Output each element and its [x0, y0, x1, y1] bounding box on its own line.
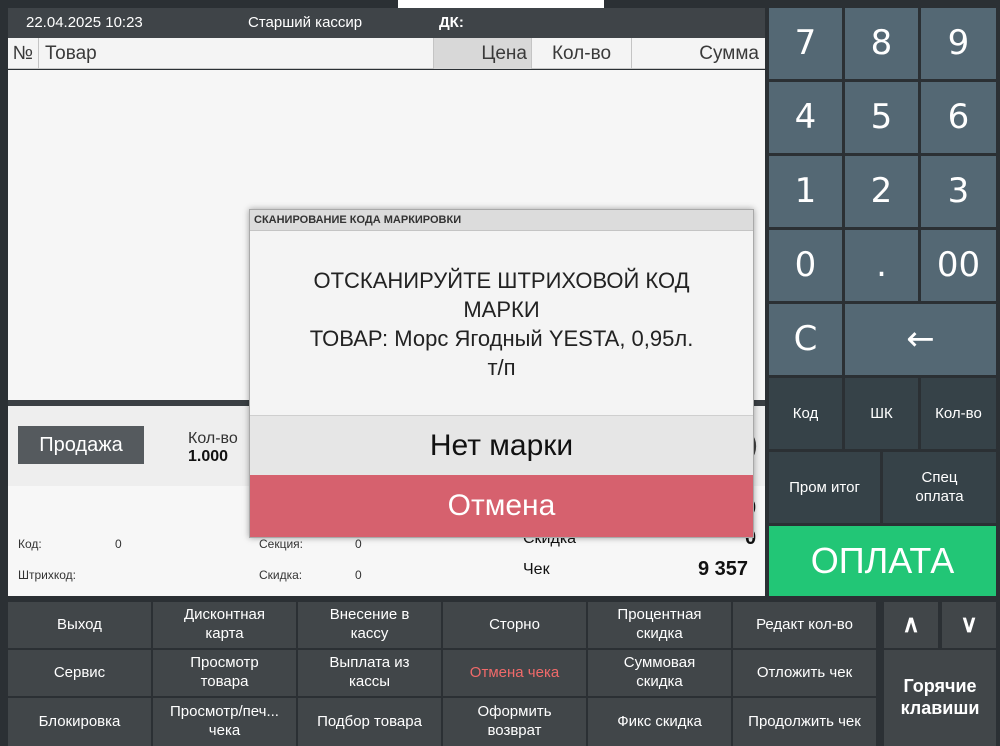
- numpad-9[interactable]: 9: [921, 8, 996, 79]
- qty-label: Кол-во: [188, 430, 238, 447]
- dialog-message-line3: ТОВАР: Морс Ягодный YESTA, 0,95л.: [309, 326, 694, 351]
- dialog-message-line4: т/п: [487, 355, 516, 380]
- col-qty: Кол-во: [532, 38, 632, 69]
- storno-button[interactable]: Сторно: [443, 602, 586, 648]
- datetime: 22.04.2025 10:23: [26, 14, 143, 31]
- scroll-down-button[interactable]: ∨: [942, 602, 996, 648]
- numpad-2[interactable]: 2: [845, 156, 918, 227]
- lock-button[interactable]: Блокировка: [8, 698, 151, 746]
- dialog-title: СКАНИРОВАНИЕ КОДА МАРКИРОВКИ: [250, 210, 753, 231]
- cashier-role: Старший кассир: [248, 14, 363, 31]
- col-number: №: [8, 38, 39, 69]
- section-value: 0: [355, 537, 362, 551]
- percent-discount-button[interactable]: Процентная скидка: [588, 602, 731, 648]
- sum-discount-button[interactable]: Суммовая скидка: [588, 650, 731, 696]
- numpad-3[interactable]: 3: [921, 156, 996, 227]
- numpad-00[interactable]: 00: [921, 230, 996, 301]
- dialog-message: ОТСКАНИРУЙТЕ ШТРИХОВОЙ КОД МАРКИ ТОВАР: …: [250, 266, 753, 382]
- discount-label: Скидка:: [259, 568, 303, 582]
- numpad-dot[interactable]: .: [845, 230, 918, 301]
- subtotal-button[interactable]: Пром итог: [769, 452, 880, 523]
- discount-card-label: ДК:: [439, 14, 464, 31]
- resume-check-button[interactable]: Продолжить чек: [733, 698, 876, 746]
- code-label: Код:: [18, 537, 42, 551]
- service-button[interactable]: Сервис: [8, 650, 151, 696]
- special-payment-button[interactable]: Спец оплата: [883, 452, 996, 523]
- col-item: Товар: [39, 38, 434, 69]
- check-total: 9 357: [698, 558, 749, 580]
- sale-mode-button[interactable]: Продажа: [18, 426, 144, 464]
- qty-value: 1.000: [188, 448, 229, 465]
- pick-item-button[interactable]: Подбор товара: [298, 698, 441, 746]
- numpad-5[interactable]: 5: [845, 82, 918, 153]
- numpad-4[interactable]: 4: [769, 82, 842, 153]
- col-price: Цена: [434, 38, 532, 69]
- pay-button[interactable]: ОПЛАТА: [769, 526, 996, 596]
- discount-value: 0: [355, 568, 362, 582]
- postpone-check-button[interactable]: Отложить чек: [733, 650, 876, 696]
- view-item-button[interactable]: Просмотр товара: [153, 650, 296, 696]
- dialog-message-line1: ОТСКАНИРУЙТЕ ШТРИХОВОЙ КОД: [313, 268, 690, 293]
- cancel-check-button[interactable]: Отмена чека: [443, 650, 586, 696]
- section-label: Секция:: [259, 537, 303, 551]
- view-print-check-button[interactable]: Просмотр/печ... чека: [153, 698, 296, 746]
- check-label: Чек: [523, 561, 550, 578]
- no-mark-button[interactable]: Нет марки: [250, 415, 753, 475]
- marking-scan-dialog: СКАНИРОВАНИЕ КОДА МАРКИРОВКИ ОТСКАНИРУЙТ…: [249, 209, 754, 538]
- exit-button[interactable]: Выход: [8, 602, 151, 648]
- cash-in-button[interactable]: Внесение в кассу: [298, 602, 441, 648]
- code-entry-button[interactable]: Код: [769, 378, 842, 449]
- numpad-1[interactable]: 1: [769, 156, 842, 227]
- numpad-7[interactable]: 7: [769, 8, 842, 79]
- dialog-message-line2: МАРКИ: [463, 297, 540, 322]
- code-value: 0: [115, 537, 122, 551]
- numpad-8[interactable]: 8: [845, 8, 918, 79]
- hotkeys-button[interactable]: Горячие клавиши: [884, 650, 996, 746]
- barcode-entry-button[interactable]: ШК: [845, 378, 918, 449]
- fixed-discount-button[interactable]: Фикс скидка: [588, 698, 731, 746]
- qty-entry-button[interactable]: Кол-во: [921, 378, 996, 449]
- discount-card-button[interactable]: Дисконтная карта: [153, 602, 296, 648]
- top-strip: [398, 0, 604, 8]
- col-sum: Сумма: [699, 43, 759, 64]
- scroll-up-button[interactable]: ∧: [884, 602, 938, 648]
- clear-button[interactable]: C: [769, 304, 842, 375]
- receipt-table-header: № Товар Цена Кол-во Сумма: [8, 38, 765, 69]
- status-bar: 22.04.2025 10:23 Старший кассир ДК:: [8, 8, 765, 38]
- numpad-0[interactable]: 0: [769, 230, 842, 301]
- edit-qty-button[interactable]: Редакт кол-во: [733, 602, 876, 648]
- numpad-6[interactable]: 6: [921, 82, 996, 153]
- dialog-cancel-button[interactable]: Отмена: [250, 475, 753, 537]
- barcode-label: Штрихкод:: [18, 568, 77, 582]
- make-return-button[interactable]: Оформить возврат: [443, 698, 586, 746]
- cash-out-button[interactable]: Выплата из кассы: [298, 650, 441, 696]
- backspace-button[interactable]: ←: [845, 304, 996, 375]
